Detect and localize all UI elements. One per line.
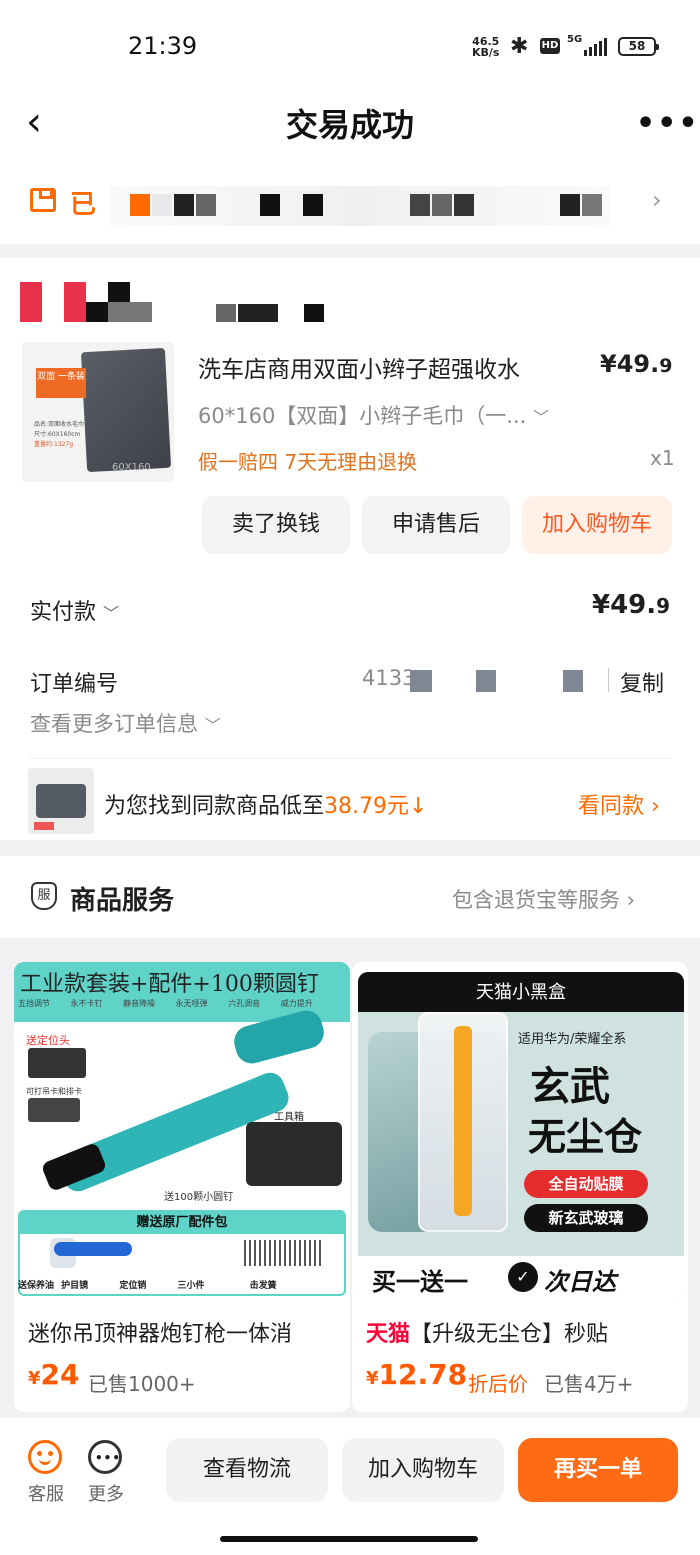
- copy-button[interactable]: 复制: [620, 666, 664, 698]
- service-desc: 包含退货宝等服务 ›: [452, 888, 636, 912]
- more-dots-icon[interactable]: •••: [88, 1440, 122, 1474]
- redacted-logistics: [110, 186, 610, 226]
- quantity: x1: [650, 446, 675, 470]
- product-thumbnail[interactable]: 双面 一条装 品名:双面收水毛巾 尺寸:60X160cm 重量约:1327g 6…: [22, 342, 174, 482]
- status-time: 21:39: [128, 32, 198, 60]
- rec1-tags: 五挡调节 永不卡钉 静音降噪 永无哑弹 六孔调音 威力提升: [18, 999, 313, 1008]
- thumb-spec: 品名:双面收水毛巾 尺寸:60X160cm 重量约:1327g: [34, 421, 85, 448]
- arrow-down-icon: ↓: [409, 794, 428, 819]
- rec2-sold: 已售4万+: [544, 1372, 634, 1396]
- sell-button[interactable]: 卖了换钱: [202, 496, 350, 554]
- rec1-price: ¥24: [28, 1358, 80, 1391]
- rec2-price: ¥12.78: [366, 1358, 468, 1391]
- screen-protector-image: 天猫小黑盒 适用华为/荣耀全系 玄武 无尘仓 全自动贴膜 新玄武玻璃 买一送一 …: [358, 972, 684, 1298]
- redacted-order-no: [410, 670, 432, 692]
- chevron-down-icon: ﹀: [103, 604, 120, 623]
- rec2-name: 天猫【升级无尘仓】秒贴: [366, 1322, 609, 1347]
- paid-amount: ¥49.9: [592, 590, 671, 620]
- towel-image: [80, 347, 172, 473]
- order-no: 4133: [362, 666, 416, 690]
- service-title: 商品服务: [70, 886, 175, 916]
- signal-icon: [584, 38, 607, 56]
- nail-gun-image: 工业款套装+配件+100颗圆钉 五挡调节 永不卡钉 静音降噪 永无哑弹 六孔调音…: [14, 962, 350, 1298]
- home-indicator: [220, 1536, 478, 1542]
- service-card[interactable]: 服 商品服务 包含退货宝等服务 ›: [0, 856, 700, 938]
- more-icon[interactable]: •••: [636, 106, 700, 141]
- see-similar-link[interactable]: 看同款 ›: [578, 788, 660, 820]
- logistics-row[interactable]: 已 ›: [0, 160, 700, 244]
- order-no-label: 订单编号: [30, 672, 119, 697]
- page-title: 交易成功: [285, 106, 414, 144]
- product-name[interactable]: 洗车店商用双面小辫子超强收水: [198, 350, 578, 384]
- chevron-right-icon: ›: [652, 186, 662, 214]
- thumb-tag: 双面 一条装: [36, 368, 86, 398]
- add-to-cart-button[interactable]: 加入购物车: [522, 496, 672, 554]
- add-cart-bottom-button[interactable]: 加入购物车: [342, 1438, 504, 1502]
- bluetooth-icon: ✱: [510, 34, 529, 59]
- rec2-discount-label: 折后价: [468, 1372, 528, 1396]
- customer-service-icon[interactable]: [28, 1440, 62, 1474]
- status-bar: 21:39 46.5 KB/s ✱ HD 5G 58: [0, 0, 700, 90]
- service-shield-icon: 服: [31, 882, 57, 910]
- after-sale-button[interactable]: 申请售后: [362, 496, 510, 554]
- rec1-sold: 已售1000+: [88, 1372, 196, 1396]
- guarantee-text: 假一赔四 7天无理由退换: [198, 450, 418, 474]
- logistics-status: 已: [70, 190, 97, 220]
- bottom-action-bar: 客服 ••• 更多 查看物流 加入购物车 再买一单: [0, 1418, 700, 1555]
- chevron-down-icon: ﹀: [533, 408, 550, 427]
- network-speed: 46.5 KB/s: [472, 35, 500, 59]
- thumb-size: 60X160: [112, 462, 151, 473]
- hd-icon: HD: [540, 38, 560, 54]
- product-price: ¥49.9: [600, 350, 673, 378]
- view-logistics-button[interactable]: 查看物流: [166, 1438, 328, 1502]
- next-day-badge: ✓: [508, 1262, 538, 1292]
- battery-icon: 58: [618, 37, 659, 56]
- order-card: 双面 一条装 品名:双面收水毛巾 尺寸:60X160cm 重量约:1327g 6…: [0, 258, 700, 840]
- more-order-info[interactable]: 查看更多订单信息 ﹀: [30, 708, 221, 738]
- network-type: 5G: [567, 34, 583, 45]
- nav-header: ‹ 交易成功 •••: [0, 90, 700, 160]
- paid-label[interactable]: 实付款 ﹀: [30, 594, 119, 626]
- tool-box: [246, 1122, 342, 1186]
- more-label[interactable]: 更多: [88, 1480, 124, 1506]
- rec1-name: 迷你吊顶神器炮钉枪一体消: [28, 1322, 293, 1347]
- recommend-card-2[interactable]: 天猫小黑盒 适用华为/荣耀全系 玄武 无尘仓 全自动贴膜 新玄武玻璃 买一送一 …: [352, 962, 688, 1412]
- recommend-card-1[interactable]: 工业款套装+配件+100颗圆钉 五挡调节 永不卡钉 静音降噪 永无哑弹 六孔调音…: [14, 962, 350, 1412]
- similar-text: 为您找到同款商品低至38.79元↓: [104, 794, 428, 819]
- sku-selector[interactable]: 60*160【双面】小辫子毛巾（一... ﹀: [198, 400, 549, 430]
- chevron-down-icon: ﹀: [204, 716, 221, 735]
- redacted-shop-name[interactable]: [20, 282, 340, 322]
- customer-service-label[interactable]: 客服: [28, 1480, 64, 1506]
- rebuy-button[interactable]: 再买一单: [518, 1438, 678, 1502]
- divider: [30, 758, 670, 759]
- package-icon: [30, 188, 56, 212]
- similar-product-thumb[interactable]: [28, 768, 94, 834]
